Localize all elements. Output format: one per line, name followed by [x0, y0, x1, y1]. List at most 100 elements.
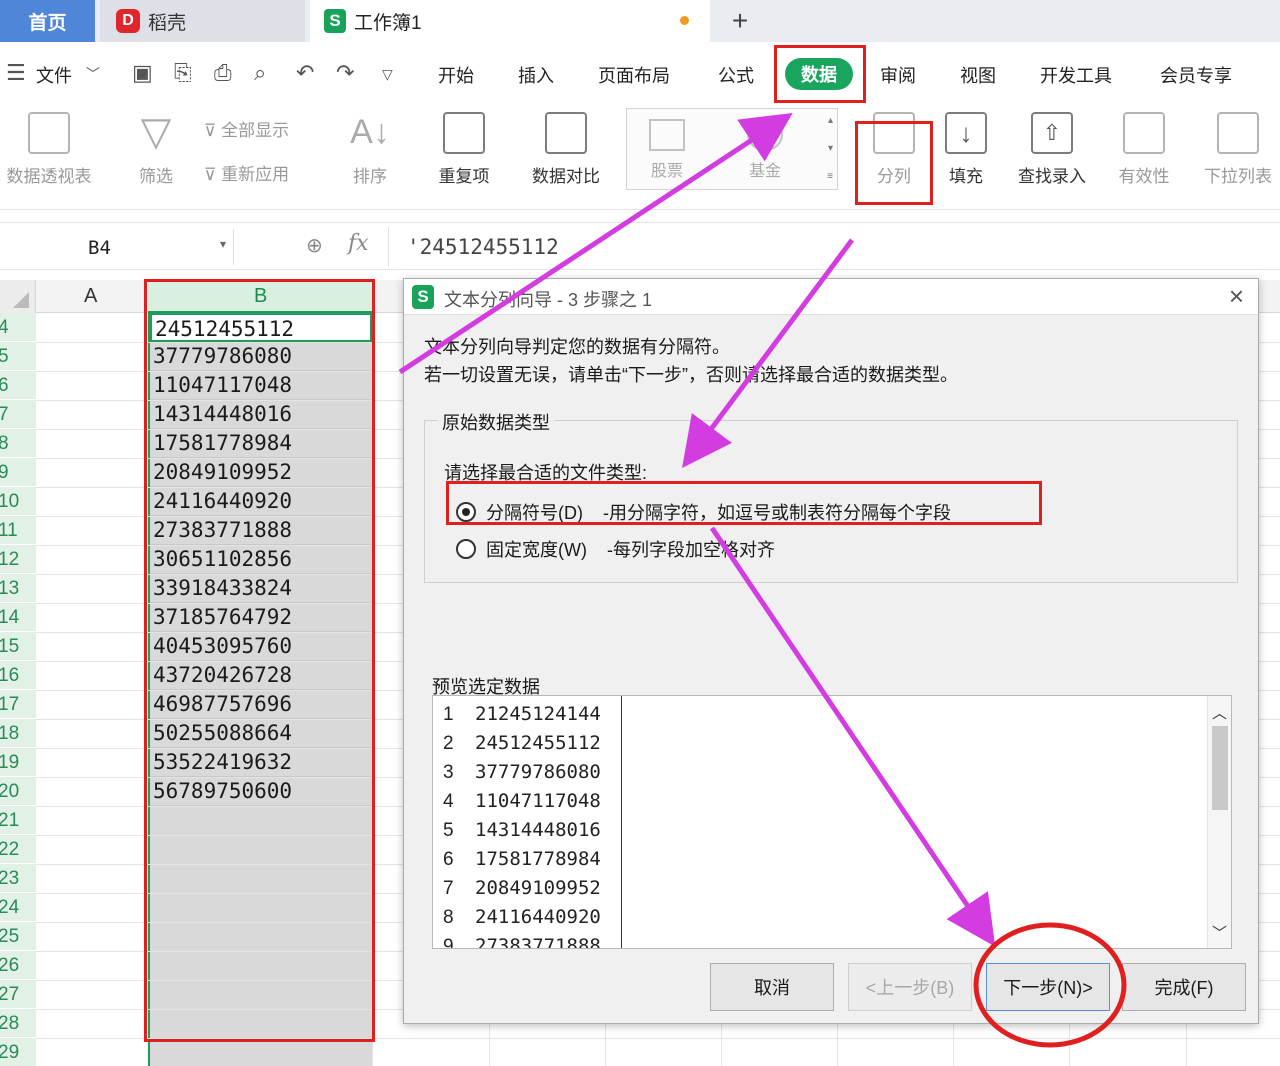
- row-header[interactable]: 18: [0, 719, 36, 748]
- preview-row-value: 24116440920: [475, 906, 601, 928]
- row-header[interactable]: 16: [0, 661, 36, 690]
- row-header[interactable]: 22: [0, 835, 36, 864]
- insert-function-icon[interactable]: fx: [348, 231, 369, 256]
- show-all-button[interactable]: ⊽ 全部显示: [204, 116, 289, 141]
- row-header-column: 4 5 6 7 8 9 10 11 12 13 14 15 16 17 18 19 20 21 22 23 24 25 26…: [0, 313, 36, 1066]
- row-header[interactable]: 26: [0, 951, 36, 980]
- print-icon[interactable]: ⎙: [214, 60, 232, 86]
- menu-page-layout[interactable]: 页面布局: [598, 62, 670, 88]
- menu-home[interactable]: 开始: [438, 62, 474, 88]
- pivot-table-button[interactable]: 数据透视表: [0, 112, 98, 187]
- row-header[interactable]: 20: [0, 777, 36, 806]
- duplicates-button[interactable]: 重复项: [428, 112, 500, 187]
- row-header[interactable]: 13: [0, 574, 36, 603]
- row-header[interactable]: 29: [0, 1038, 36, 1066]
- gallery-scroll-up-icon[interactable]: ▴: [828, 115, 833, 126]
- row-header[interactable]: 25: [0, 922, 36, 951]
- row-header[interactable]: 28: [0, 1009, 36, 1038]
- row-header[interactable]: 6: [0, 371, 36, 400]
- row-header[interactable]: 9: [0, 458, 36, 487]
- tab-home[interactable]: 首页: [0, 0, 95, 42]
- export-icon[interactable]: ⎘: [174, 60, 192, 86]
- filter-icon: ▽: [140, 110, 172, 154]
- menu-developer[interactable]: 开发工具: [1040, 62, 1112, 88]
- back-button[interactable]: <上一步(B): [848, 963, 972, 1011]
- row-header[interactable]: 19: [0, 748, 36, 777]
- tab-daoke[interactable]: D 稻壳: [100, 0, 305, 42]
- menu-review[interactable]: 审阅: [880, 62, 916, 88]
- preview-row-number: 3: [443, 762, 454, 783]
- validity-icon: [1123, 112, 1165, 154]
- radio-unchecked-icon[interactable]: [456, 539, 476, 559]
- column-header-a[interactable]: A: [84, 285, 97, 308]
- row-header[interactable]: 8: [0, 429, 36, 458]
- chevron-up-icon[interactable]: ︿: [1212, 702, 1227, 723]
- quick-access-more-icon[interactable]: ▽: [382, 66, 393, 83]
- row-header[interactable]: 24: [0, 893, 36, 922]
- dialog-title-bar: S 文本分列向导 - 3 步骤之 1 ×: [404, 279, 1258, 315]
- fund-label: 基金: [748, 163, 781, 180]
- row-header[interactable]: 14: [0, 603, 36, 632]
- preview-scrollbar[interactable]: ︿ ﹀: [1207, 696, 1231, 948]
- menu-insert[interactable]: 插入: [518, 62, 554, 88]
- name-box[interactable]: B4 ▾: [4, 229, 234, 265]
- undo-icon[interactable]: ↶: [296, 60, 314, 86]
- chevron-down-icon[interactable]: ﹀: [86, 64, 100, 84]
- scrollbar-thumb[interactable]: [1212, 726, 1228, 810]
- formula-input[interactable]: '24512455112: [388, 227, 1280, 267]
- menu-file[interactable]: 文件: [36, 62, 72, 88]
- fixed-width-option[interactable]: 固定宽度(W) -每列字段加空格对齐: [456, 536, 775, 562]
- unsaved-indicator-icon: [680, 16, 689, 25]
- fund-button[interactable]: 基金: [747, 119, 783, 181]
- menu-view[interactable]: 视图: [960, 62, 996, 88]
- row-header[interactable]: 15: [0, 632, 36, 661]
- sort-button[interactable]: A↓ 排序: [342, 112, 398, 187]
- close-icon[interactable]: ×: [1229, 281, 1244, 312]
- chevron-down-icon[interactable]: ﹀: [1212, 922, 1227, 943]
- name-box-dropdown-icon[interactable]: ▾: [220, 237, 226, 251]
- select-all-corner[interactable]: [0, 280, 36, 313]
- preview-row: 6 17581778984: [443, 845, 601, 874]
- pivot-table-icon: [28, 112, 70, 154]
- row-header[interactable]: 17: [0, 690, 36, 719]
- save-icon[interactable]: ▣: [132, 60, 153, 86]
- row-header[interactable]: 27: [0, 980, 36, 1009]
- reapply-button[interactable]: ⊽ 重新应用: [204, 160, 289, 185]
- row-header[interactable]: 12: [0, 545, 36, 574]
- row-header[interactable]: 21: [0, 806, 36, 835]
- lookup-entry-button[interactable]: ⇧ 查找录入: [1012, 112, 1092, 187]
- gallery-expand-icon[interactable]: ≡: [827, 171, 833, 182]
- data-compare-button[interactable]: 数据对比: [520, 112, 612, 187]
- row-header[interactable]: 10: [0, 487, 36, 516]
- preview-data-box[interactable]: 9 27383771888 8 24116440920 7 20849109952 6 175…: [432, 695, 1232, 949]
- print-preview-icon[interactable]: ⌕: [254, 60, 266, 86]
- row-header[interactable]: 11: [0, 516, 36, 545]
- filter-label: 筛选: [139, 167, 173, 186]
- cancel-button[interactable]: 取消: [710, 963, 834, 1011]
- preview-row-number: 6: [443, 849, 454, 870]
- stock-button[interactable]: 股票: [649, 119, 685, 181]
- validity-button[interactable]: 有效性: [1108, 112, 1180, 187]
- preview-row: 7 20849109952: [443, 874, 601, 903]
- row-header[interactable]: 7: [0, 400, 36, 429]
- hamburger-menu-icon[interactable]: ☰: [6, 60, 26, 86]
- new-tab-button[interactable]: +: [722, 0, 758, 42]
- menu-member[interactable]: 会员专享: [1160, 62, 1232, 88]
- row-header[interactable]: 23: [0, 864, 36, 893]
- tab-workbook[interactable]: S 工作簿1: [310, 0, 710, 42]
- menu-formulas[interactable]: 公式: [718, 62, 754, 88]
- row-header[interactable]: 5: [0, 342, 36, 371]
- gallery-scroll-down-icon[interactable]: ▾: [828, 143, 833, 154]
- filter-button[interactable]: ▽ 筛选: [128, 112, 184, 187]
- redo-icon[interactable]: ↷: [336, 60, 354, 86]
- finish-button[interactable]: 完成(F): [1122, 963, 1246, 1011]
- ribbon-data: 数据透视表 ▽ 筛选 ⊽ 全部显示 ⊽ 重新应用 A↓ 排序 重复项 数据对比 …: [0, 104, 1280, 210]
- row-header[interactable]: 4: [0, 313, 36, 342]
- preview-row-value: 27383771888: [475, 935, 601, 949]
- sort-icon: A↓: [350, 113, 390, 151]
- next-button[interactable]: 下一步(N)>: [986, 963, 1110, 1011]
- duplicates-icon: [443, 112, 485, 154]
- dropdown-list-button[interactable]: 下拉列表: [1198, 112, 1278, 187]
- zoom-icon[interactable]: ⊕: [306, 233, 323, 258]
- fill-button[interactable]: ↓ 填充: [938, 112, 994, 187]
